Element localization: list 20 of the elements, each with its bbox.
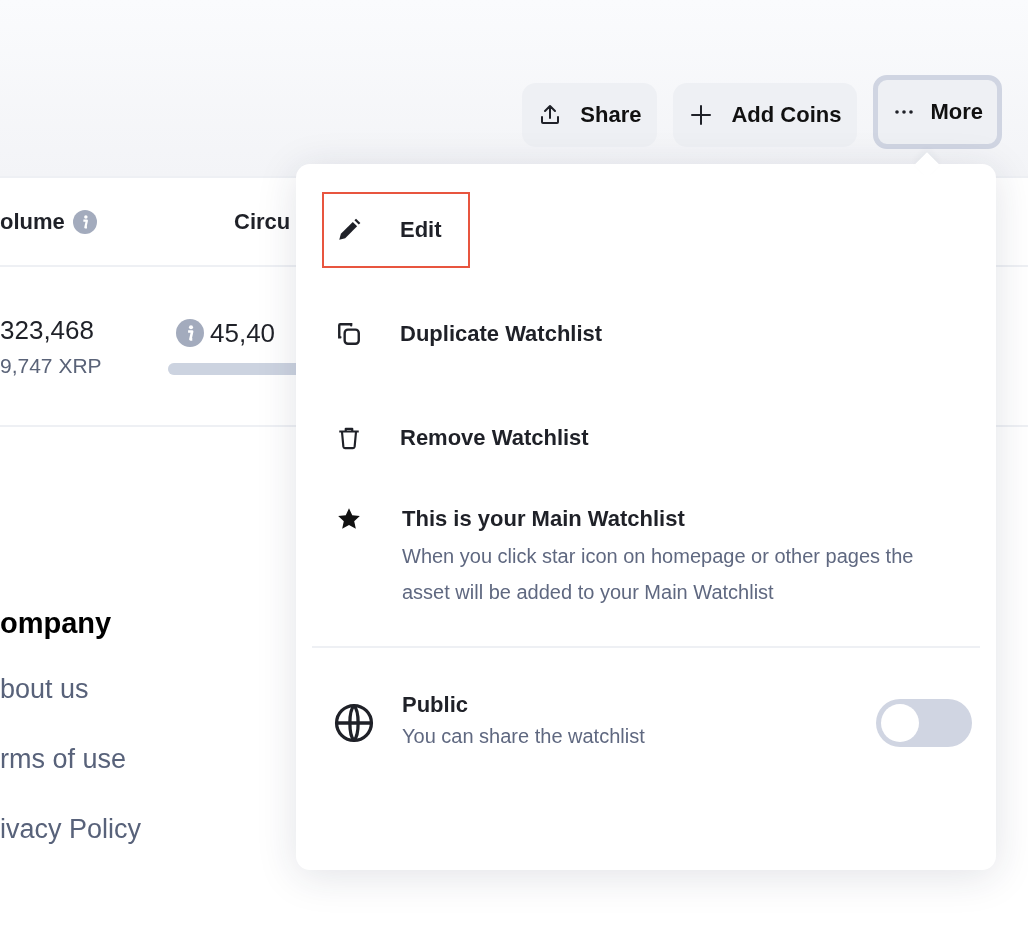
toolbar-button[interactable]: More — [873, 75, 1002, 149]
footer-heading: ompany — [0, 607, 113, 640]
menu-item-label: This is your Main Watchlist — [402, 506, 686, 532]
menu-item[interactable]: Remove Watchlist — [322, 400, 617, 476]
toolbar-button[interactable]: Share — [522, 82, 658, 147]
menu-item[interactable]: Edit — [322, 192, 470, 268]
column-header: olume — [0, 208, 65, 235]
menu-item-label: Edit — [400, 217, 442, 243]
menu-item-label: Duplicate Watchlist — [400, 321, 603, 347]
menu-item-label: Remove Watchlist — [400, 425, 589, 451]
toggle-description: You can share the watchlist — [402, 724, 646, 749]
toggle-label: Public — [402, 692, 469, 718]
table-cell-text: 323,468 — [0, 314, 95, 346]
toolbar-button[interactable]: Add Coins — [673, 82, 858, 147]
table-cell-text: 9,747 XRP — [0, 353, 103, 378]
table-cell: 45,40 — [210, 317, 276, 349]
menu-item-description: When you click star icon on homepage or other pages the asset will be added to your Main Watchlist — [402, 544, 915, 605]
menu-item[interactable]: This is your Main Watchlist When you click star icon on homepage or other pages the asset will be added to your Main Watchlist — [322, 504, 978, 612]
column-header: Circu — [234, 208, 291, 235]
menu-item[interactable]: Duplicate Watchlist — [322, 296, 631, 372]
